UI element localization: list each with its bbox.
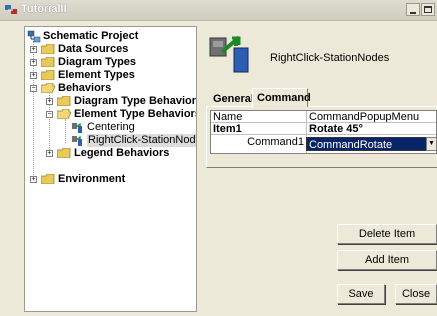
command-select[interactable]: CommandRotate	[306, 137, 437, 151]
folder-icon	[41, 174, 55, 184]
folder-icon	[57, 96, 71, 106]
schematic-project-icon	[27, 30, 41, 43]
tree-item-label: Behaviors	[58, 82, 112, 94]
tree-item-label: Element Type Behaviors	[74, 108, 197, 120]
expand-icon[interactable]: +	[30, 46, 37, 53]
behavior-node-icon	[72, 135, 82, 146]
property-value-cell[interactable]: CommandPopupMenu	[307, 111, 436, 123]
behavior-large-icon	[209, 35, 249, 73]
chevron-down-icon[interactable]: ▼	[426, 137, 437, 151]
property-name-cell: Item1	[211, 123, 306, 135]
expand-icon[interactable]: +	[46, 150, 53, 157]
add-item-button[interactable]: Add Item	[337, 250, 437, 270]
expand-icon[interactable]: +	[30, 72, 37, 79]
tree-item-label: Diagram Types	[58, 56, 137, 68]
close-button[interactable]: Close	[395, 284, 437, 304]
behavior-node-icon	[72, 122, 82, 133]
app-window: TutorialII Schematic Project + Data Sour…	[0, 0, 437, 316]
schematic-app-icon	[5, 5, 17, 14]
tree-item-label: Environment	[58, 173, 126, 185]
maximize-button[interactable]	[421, 3, 435, 16]
folder-icon	[41, 70, 55, 80]
delete-item-button[interactable]: Delete Item	[337, 224, 437, 244]
property-value-cell[interactable]: Rotate 45°	[307, 123, 436, 135]
property-name-cell: Command1	[247, 136, 304, 148]
tree-root-label: Schematic Project	[43, 30, 139, 42]
minimize-button[interactable]	[406, 3, 420, 16]
node-title: RightClick-StationNodes	[270, 52, 390, 64]
tree-connector	[65, 119, 66, 143]
save-button[interactable]: Save	[337, 284, 385, 304]
folder-open-icon	[57, 109, 71, 119]
folder-open-icon	[41, 83, 55, 93]
project-tree[interactable]: Schematic Project + Data Sources + Diagr…	[24, 26, 197, 312]
tree-item-label: Element Types	[58, 69, 135, 81]
tab-command[interactable]: Command	[252, 88, 311, 107]
tree-item-label: Centering	[87, 121, 135, 133]
collapse-icon[interactable]: −	[30, 85, 37, 92]
expand-icon[interactable]: +	[30, 176, 37, 183]
collapse-icon[interactable]: −	[46, 111, 53, 118]
folder-icon	[41, 44, 55, 54]
tree-item-label: Legend Behaviors	[74, 147, 170, 159]
tree-item-label: RightClick-StationNodes	[87, 134, 196, 147]
title-bar[interactable]: TutorialII	[0, 0, 437, 21]
folder-icon	[41, 57, 55, 67]
property-name-cell: Name	[211, 111, 306, 123]
tab-general[interactable]: General	[209, 91, 254, 107]
tree-item-label: Data Sources	[58, 43, 129, 55]
tree-item-label: Diagram Type Behaviors	[74, 95, 197, 107]
folder-icon	[57, 148, 71, 158]
expand-icon[interactable]: +	[46, 98, 53, 105]
window-title: TutorialII	[21, 3, 67, 15]
expand-icon[interactable]: +	[30, 59, 37, 66]
